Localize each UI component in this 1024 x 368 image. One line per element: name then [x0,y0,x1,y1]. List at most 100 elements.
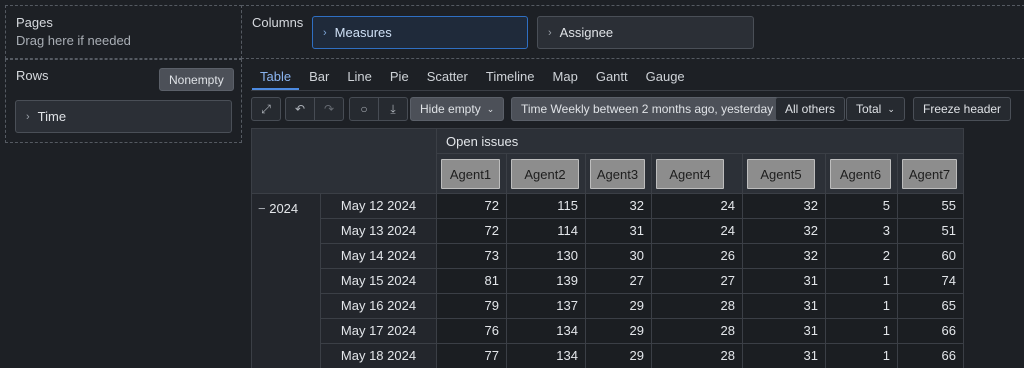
row-date-cell: May 17 2024 [320,318,437,344]
rows-dimension-time[interactable]: › Time [15,100,232,133]
tab-gantt[interactable]: Gantt [587,66,637,90]
table-value-cell: 79 [436,293,507,319]
table-value-cell: 32 [742,218,826,244]
columns-dimension-label: Assignee [559,25,614,40]
tab-pie[interactable]: Pie [381,66,418,90]
pages-hint: Drag here if needed [16,33,131,48]
row-date-cell: May 13 2024 [320,218,437,244]
table-value-cell: 31 [585,218,652,244]
chevron-right-icon: › [26,110,30,123]
assignee-header-chip[interactable]: Agent3 [590,159,645,189]
table-value-cell: 29 [585,293,652,319]
freeze-header-button[interactable]: Freeze header [913,97,1012,121]
comment-icon[interactable]: ○ [349,97,379,121]
hide-empty-dropdown[interactable]: Hide empty ⌄ [410,97,505,121]
all-others-button[interactable]: All others [775,97,846,121]
table-value-cell: 81 [436,268,507,294]
hide-empty-label: Hide empty [420,102,481,116]
table-value-cell: 139 [506,268,586,294]
table-value-cell: 32 [742,243,826,269]
table-value-cell: 26 [651,243,743,269]
table-value-cell: 31 [742,318,826,344]
table-value-cell: 115 [506,193,586,219]
nonempty-button[interactable]: Nonempty [159,68,234,91]
assignee-header-chip[interactable]: Agent7 [902,159,957,189]
column-header-cell: Agent3 [585,153,652,194]
tab-gauge[interactable]: Gauge [637,66,694,90]
row-date-cell: May 14 2024 [320,243,437,269]
column-header-cell: Agent1 [436,153,507,194]
assignee-header-chip[interactable]: Agent4 [656,159,724,189]
column-header-cell: Agent4 [651,153,743,194]
tab-bar[interactable]: Bar [300,66,338,90]
table-value-cell: 28 [651,293,743,319]
table-value-cell: 30 [585,243,652,269]
selected-tab-indicator [252,88,299,90]
row-date-cell: May 18 2024 [320,343,437,368]
pages-drop-zone[interactable]: Pages Drag here if needed [5,5,242,59]
chart-type-tabs: Table Bar Line Pie Scatter Timeline Map … [251,66,694,90]
assignee-header-chip[interactable]: Agent2 [511,159,579,189]
redo-icon[interactable]: ↷ [314,97,344,121]
measure-header[interactable]: Open issues [436,128,964,154]
rows-dimension-label: Time [37,109,67,124]
columns-dimension-label: Measures [334,25,392,40]
tabs-divider [251,90,1024,91]
tab-line[interactable]: Line [338,66,381,90]
table-value-cell: 60 [897,243,964,269]
tab-table[interactable]: Table [251,66,300,90]
assignee-header-chip[interactable]: Agent5 [747,159,815,189]
table-value-cell: 31 [742,268,826,294]
table-value-cell: 24 [651,193,743,219]
table-value-cell: 51 [897,218,964,244]
table-value-cell: 27 [651,268,743,294]
total-label: Total [856,102,882,116]
table-value-cell: 31 [742,293,826,319]
column-header-cell: Agent2 [506,153,586,194]
column-header-cell: Agent6 [825,153,898,194]
table-value-cell: 24 [651,218,743,244]
table-value-cell: 2 [825,243,898,269]
column-header-cell: Agent7 [897,153,964,194]
row-date-cell: May 12 2024 [320,193,437,219]
table-value-cell: 65 [897,293,964,319]
year-cell: − 2024 [251,193,321,368]
chevron-right-icon: › [323,26,327,39]
table-value-cell: 5 [825,193,898,219]
table-value-cell: 31 [742,343,826,368]
export-icon[interactable]: ⤓ [378,97,408,121]
tab-scatter[interactable]: Scatter [418,66,477,90]
table-value-cell: 74 [897,268,964,294]
table-value-cell: 29 [585,343,652,368]
assignee-header-chip[interactable]: Agent1 [441,159,500,189]
time-filter-button[interactable]: Time Weekly between 2 months ago, yester… [511,97,784,121]
table-value-cell: 1 [825,343,898,368]
collapse-icon[interactable]: − [258,201,266,216]
table-value-cell: 1 [825,268,898,294]
pages-title: Pages [16,15,53,30]
table-value-cell: 134 [506,318,586,344]
results-table: Open issues − 2024 Agent1 Agent2 Agent3 Age… [251,128,964,368]
tab-timeline[interactable]: Timeline [477,66,544,90]
table-value-cell: 29 [585,318,652,344]
table-value-cell: 3 [825,218,898,244]
assignee-header-chip[interactable]: Agent6 [830,159,891,189]
chevron-down-icon: ⌄ [486,103,495,114]
table-value-cell: 55 [897,193,964,219]
measure-label: Open issues [446,134,519,149]
table-value-cell: 1 [825,318,898,344]
table-value-cell: 137 [506,293,586,319]
table-value-cell: 134 [506,343,586,368]
table-value-cell: 28 [651,343,743,368]
row-date-cell: May 16 2024 [320,293,437,319]
total-dropdown[interactable]: Total ⌄ [846,97,905,121]
table-value-cell: 66 [897,318,964,344]
columns-dimension-measures[interactable]: › Measures [312,16,528,49]
undo-icon[interactable]: ↶ [285,97,315,121]
table-value-cell: 27 [585,268,652,294]
fullscreen-icon[interactable]: ⤢ [251,97,281,121]
tab-map[interactable]: Map [544,66,587,90]
columns-dimension-assignee[interactable]: › Assignee [537,16,754,49]
freeze-header-label: Freeze header [923,102,1002,116]
time-filter-label: Time Weekly between 2 months ago, yester… [521,102,774,116]
